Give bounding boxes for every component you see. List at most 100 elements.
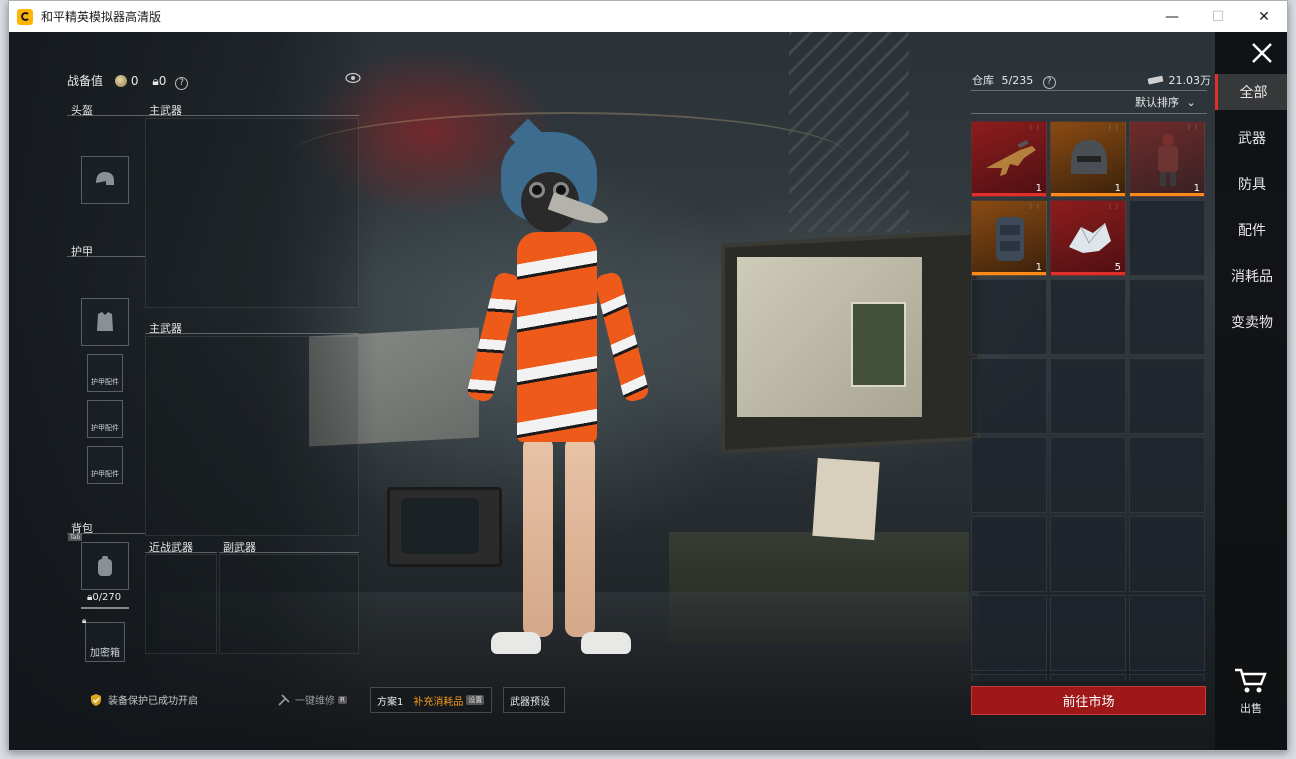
refill-settings-tag: 设置	[466, 695, 485, 705]
helmet-slot[interactable]	[81, 156, 129, 204]
app-window: 和平精英模拟器高清版 — ☐ ✕ 战备值 0 🔒︎0 ? 头盔 主武器 护甲 主…	[8, 0, 1288, 751]
melee-weapon-slot[interactable]	[145, 554, 217, 654]
sort-label: 默认排序	[1135, 96, 1179, 109]
inventory-empty-slot[interactable]	[971, 674, 1047, 681]
inventory-item-helmet[interactable]: ⋮⋮ 1	[1050, 121, 1126, 197]
crystal-icon	[1069, 222, 1111, 253]
inventory-empty-slot[interactable]	[1050, 674, 1126, 681]
inventory-item-rifle[interactable]: ⋮⋮ 1	[971, 121, 1047, 197]
repair-tools-icon	[278, 693, 290, 706]
inventory-item-armor-suit[interactable]: ⋮⋮ 1	[1129, 121, 1205, 197]
eye-icon[interactable]	[345, 72, 361, 87]
go-to-market-button[interactable]: 前往市场	[971, 686, 1206, 715]
secondary-weapon-slot[interactable]	[219, 554, 359, 654]
backpack-slot[interactable]	[81, 542, 129, 590]
rarity-stripe	[1051, 193, 1125, 196]
app-logo-icon	[17, 8, 33, 25]
nav-item-consumables[interactable]: 消耗品	[1215, 258, 1287, 294]
capacity-bar	[81, 607, 129, 609]
inventory-empty-slot[interactable]	[971, 358, 1047, 434]
backpack-capacity: 0/270	[92, 592, 122, 603]
inventory-empty-slot[interactable]	[1129, 437, 1205, 513]
currency-display: 21.03万	[1147, 72, 1211, 88]
lock-value: 0	[158, 74, 167, 88]
primary-1-divider	[145, 115, 359, 116]
close-icon[interactable]	[1249, 40, 1275, 66]
rarity-stripe	[972, 193, 1046, 196]
inventory-empty-slot[interactable]	[1129, 200, 1205, 276]
inventory-empty-slot[interactable]	[1129, 516, 1205, 592]
character-right-leg	[565, 437, 595, 637]
nav-item-weapons[interactable]: 武器	[1215, 120, 1287, 156]
help-icon[interactable]: ?	[175, 77, 189, 90]
one-click-repair-button[interactable]: 一键维修 R	[277, 692, 347, 707]
armor-suit-icon	[1158, 134, 1178, 186]
armor-slot[interactable]	[81, 298, 129, 346]
nav-item-armor[interactable]: 防具	[1215, 166, 1287, 202]
helmet-divider	[67, 115, 145, 116]
power-value: 0	[130, 74, 139, 88]
minimize-button[interactable]: —	[1149, 1, 1195, 32]
armor-attachment-slot-3[interactable]: 护甲配件	[87, 446, 123, 484]
primary-weapon-2-slot[interactable]	[145, 336, 359, 536]
character-goggle-left	[529, 182, 545, 198]
armor-attachment-label-1: 护甲配件	[91, 378, 119, 386]
rarity-stripe	[972, 272, 1046, 275]
rarity-stripe	[1130, 193, 1204, 196]
secondary-divider	[219, 552, 359, 553]
window-title: 和平精英模拟器高清版	[41, 10, 162, 24]
shopping-cart-icon[interactable]	[1233, 666, 1269, 696]
inventory-empty-slot[interactable]	[1129, 358, 1205, 434]
inventory-item-backpack-armor[interactable]: ⋮⋮ 1	[971, 200, 1047, 276]
inventory-empty-slot[interactable]	[1129, 674, 1205, 681]
armor-placeholder-icon	[97, 312, 113, 331]
refill-label: 补充消耗品	[413, 696, 464, 708]
sort-dropdown[interactable]: 默认排序 ⌄	[1135, 94, 1196, 110]
inventory-empty-slot[interactable]	[971, 516, 1047, 592]
safe-box-label: 加密箱	[90, 648, 120, 659]
inventory-empty-slot[interactable]	[1129, 279, 1205, 355]
inventory-empty-slot[interactable]	[1050, 437, 1126, 513]
inventory-empty-slot[interactable]	[971, 595, 1047, 671]
inventory-empty-slot[interactable]	[1050, 516, 1126, 592]
cash-icon	[1147, 75, 1164, 85]
inventory-empty-slot[interactable]	[1050, 279, 1126, 355]
character-right-shoe	[581, 632, 631, 654]
chevron-down-icon: ⌄	[1186, 96, 1196, 109]
protection-text: 装备保护已成功开启	[108, 696, 198, 707]
inventory-item-crystal[interactable]: ⋮⋮ 5	[1050, 200, 1126, 276]
weapon-preset-button[interactable]: 武器预设	[503, 687, 565, 713]
backpack-capacity-row: 🔒︎0/270	[87, 592, 121, 603]
helmet-icon	[1071, 140, 1107, 174]
category-sidebar: 全部 武器 防具 配件 消耗品 变卖物	[1215, 32, 1287, 750]
power-label: 战备值	[67, 74, 104, 88]
inventory-empty-slot[interactable]	[971, 437, 1047, 513]
primary-weapon-1-slot[interactable]	[145, 118, 359, 308]
repair-text: 一键维修	[295, 696, 335, 707]
inventory-empty-slot[interactable]	[971, 279, 1047, 355]
armor-attachment-slot-2[interactable]: 护甲配件	[87, 400, 123, 438]
nav-item-attachments[interactable]: 配件	[1215, 212, 1287, 248]
sell-label: 出售	[1240, 702, 1262, 715]
shield-check-icon	[91, 693, 101, 706]
nav-item-all[interactable]: 全部	[1215, 74, 1287, 110]
pinned-note	[851, 302, 906, 387]
close-window-button[interactable]: ✕	[1241, 1, 1287, 32]
helmet-placeholder-icon	[96, 172, 114, 185]
maximize-button[interactable]: ☐	[1195, 1, 1241, 32]
inventory-empty-slot[interactable]	[1050, 595, 1126, 671]
armor-attachment-slot-1[interactable]: 护甲配件	[87, 354, 123, 392]
storage-help-icon[interactable]: ?	[1042, 76, 1056, 89]
character-left-leg	[523, 437, 553, 637]
refill-consumables-button[interactable]: 方案1 补充消耗品 设置	[370, 687, 492, 713]
inventory-empty-slot[interactable]	[1050, 358, 1126, 434]
nav-item-sellables[interactable]: 变卖物	[1215, 304, 1287, 340]
character-dress	[517, 232, 597, 442]
game-scene: 战备值 0 🔒︎0 ? 头盔 主武器 护甲 主武器 护甲配件 护甲配件 护甲配件…	[9, 32, 1287, 750]
safe-box-slot[interactable]: 加密箱	[85, 622, 125, 662]
power-row: 战备值 0 🔒︎0 ?	[67, 72, 189, 90]
inventory-empty-slot[interactable]	[1129, 595, 1205, 671]
backpack-placeholder-icon	[98, 556, 112, 576]
background-stairs	[789, 32, 909, 232]
plan-label: 方案1	[377, 696, 404, 708]
